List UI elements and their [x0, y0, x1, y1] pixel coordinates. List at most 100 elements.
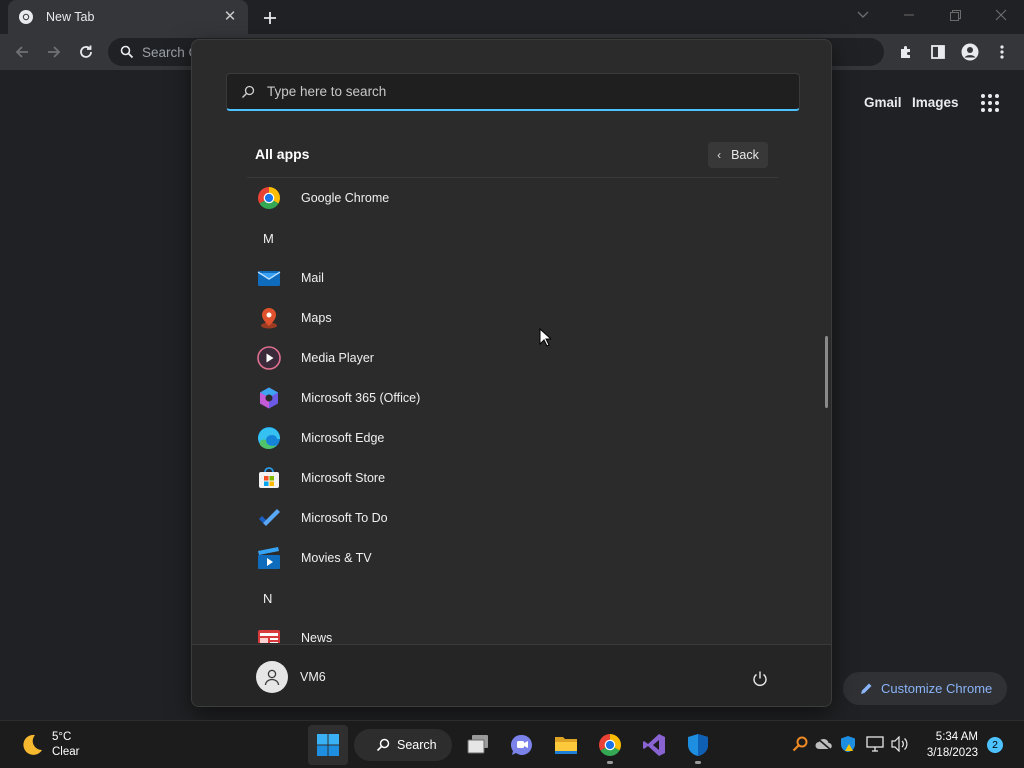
google-apps-icon[interactable] [980, 93, 1000, 113]
app-item-maps[interactable]: Maps [247, 298, 787, 338]
weather-temp: 5°C [52, 731, 72, 743]
side-panel-button[interactable] [926, 40, 950, 64]
running-indicator [607, 761, 613, 764]
tab-new-tab[interactable]: New Tab ✕ [8, 0, 248, 34]
shield-icon [688, 734, 708, 756]
app-label: Microsoft Store [301, 471, 386, 485]
pencil-icon [861, 683, 872, 694]
start-footer: VM6 [192, 644, 831, 706]
app-item-mail[interactable]: Mail [247, 258, 787, 298]
app-item-microsoft-365[interactable]: Microsoft 365 (Office) [247, 378, 787, 418]
taskbar: 5°C Clear Search 5:34 AM 3/18/2023 2 [0, 720, 1024, 768]
new-tab-button[interactable] [258, 6, 282, 30]
images-link[interactable]: Images [912, 95, 959, 110]
restore-icon [949, 9, 961, 21]
todo-icon [256, 505, 282, 531]
app-item-news[interactable]: News [247, 618, 787, 643]
customize-chrome-label: Customize Chrome [881, 681, 993, 696]
clock-time: 5:34 AM [935, 731, 978, 743]
close-window-button[interactable] [978, 0, 1024, 30]
tab-search-button[interactable] [840, 0, 886, 30]
taskbar-chrome-button[interactable] [590, 725, 630, 765]
weather-desc: Clear [52, 746, 80, 758]
app-item-movies-tv[interactable]: Movies & TV [247, 538, 787, 578]
app-item-media-player[interactable]: Media Player [247, 338, 787, 378]
taskbar-clock[interactable]: 5:34 AM 3/18/2023 [918, 729, 978, 761]
chrome-favicon-icon [18, 9, 34, 25]
power-icon [753, 671, 767, 686]
start-search-box[interactable] [226, 73, 800, 111]
customize-chrome-button[interactable]: Customize Chrome [843, 672, 1007, 705]
teams-chat-button[interactable] [502, 725, 542, 765]
close-icon [995, 9, 1007, 21]
search-icon [376, 738, 390, 752]
app-label: Microsoft Edge [301, 431, 385, 445]
moon-icon [23, 734, 42, 755]
clock-date: 3/18/2023 [926, 747, 978, 759]
letter-header-n[interactable]: N [247, 578, 787, 618]
app-label: Mail [301, 271, 324, 285]
edge-icon [256, 425, 282, 451]
notification-badge[interactable]: 2 [987, 737, 1003, 753]
user-name: VM6 [300, 670, 326, 684]
folder-icon [555, 737, 577, 754]
office-icon [256, 385, 282, 411]
windows-security-button[interactable] [678, 725, 718, 765]
profile-button[interactable] [958, 40, 982, 64]
search-icon [242, 85, 255, 98]
mouse-cursor-icon [539, 327, 553, 352]
app-item-microsoft-edge[interactable]: Microsoft Edge [247, 418, 787, 458]
reload-button[interactable] [74, 40, 98, 64]
apps-scrollbar[interactable] [825, 336, 828, 408]
user-icon [264, 669, 280, 686]
back-button[interactable]: ‹ Back [708, 142, 768, 168]
forward-nav-button[interactable] [42, 40, 66, 64]
start-search-input[interactable] [267, 84, 767, 99]
app-label: Microsoft To Do [301, 511, 388, 525]
weather-widget[interactable]: 5°C Clear [20, 730, 79, 760]
movies-icon [256, 545, 282, 571]
tab-title: New Tab [46, 10, 95, 24]
file-explorer-button[interactable] [546, 725, 586, 765]
app-item-microsoft-to-do[interactable]: Microsoft To Do [247, 498, 787, 538]
chrome-icon [599, 734, 621, 756]
letter-label: M [263, 230, 274, 246]
start-menu: All apps ‹ Back Google Chrome M [191, 39, 832, 707]
app-item-google-chrome[interactable]: Google Chrome [247, 178, 787, 218]
letter-header-m[interactable]: M [247, 218, 787, 258]
back-nav-button[interactable] [10, 40, 34, 64]
store-icon [256, 465, 282, 491]
chevron-down-icon [857, 11, 869, 18]
gmail-link[interactable]: Gmail [864, 95, 902, 110]
visual-studio-icon [643, 734, 665, 756]
chat-icon [510, 734, 532, 755]
reload-icon [80, 45, 92, 58]
profile-icon [961, 43, 979, 61]
tray-search-app-icon[interactable] [790, 734, 810, 754]
user-account-button[interactable]: VM6 [256, 661, 326, 693]
taskbar-search-button[interactable]: Search [354, 729, 452, 761]
visual-studio-button[interactable] [634, 725, 674, 765]
maps-icon [256, 305, 282, 331]
media-player-icon [256, 345, 282, 371]
volume-icon[interactable] [890, 734, 910, 754]
arrow-left-icon [15, 46, 28, 58]
plus-icon [264, 12, 276, 24]
running-indicator [695, 761, 701, 764]
app-label: News [301, 631, 333, 643]
restore-button[interactable] [932, 0, 978, 30]
minimize-button[interactable] [886, 0, 932, 30]
menu-button[interactable] [990, 40, 1014, 64]
start-button[interactable] [308, 725, 348, 765]
arrow-right-icon [48, 46, 61, 58]
power-button[interactable] [748, 667, 772, 691]
tab-close-icon[interactable]: ✕ [222, 9, 238, 25]
task-view-button[interactable] [458, 725, 498, 765]
network-icon[interactable] [865, 734, 885, 754]
app-label: Google Chrome [301, 191, 390, 205]
onedrive-offline-icon[interactable] [814, 734, 834, 754]
all-apps-title: All apps [255, 146, 310, 162]
app-item-microsoft-store[interactable]: Microsoft Store [247, 458, 787, 498]
security-warning-icon[interactable] [838, 734, 858, 754]
extensions-button[interactable] [894, 40, 918, 64]
